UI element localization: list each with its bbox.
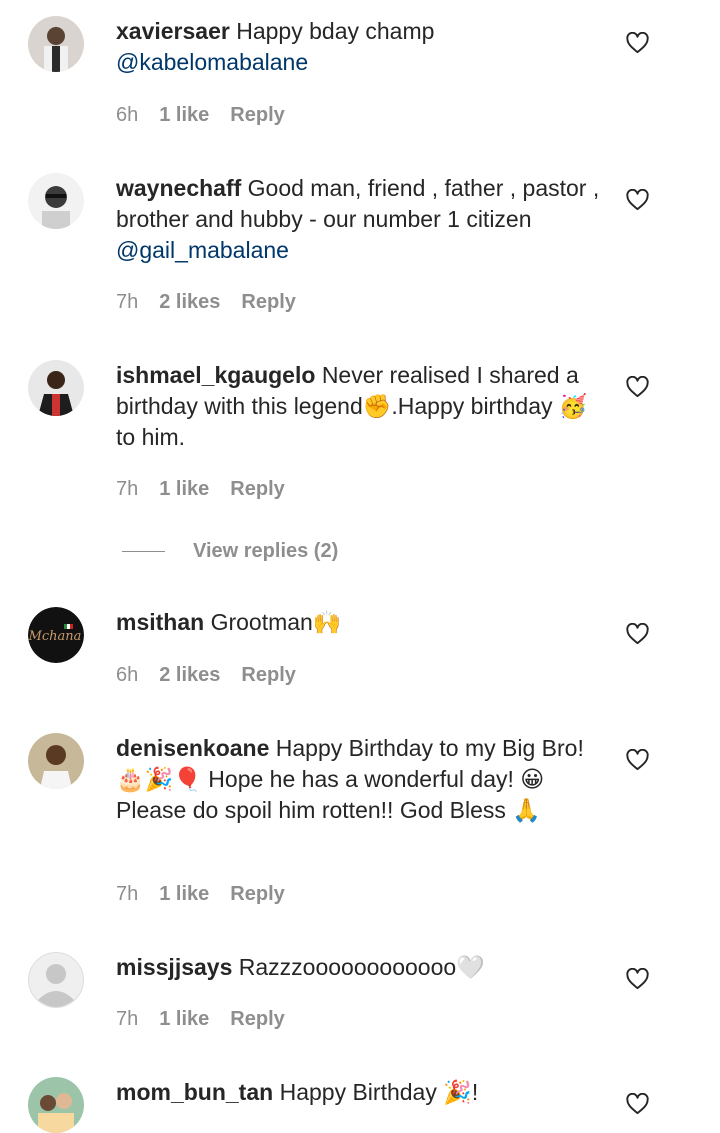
divider-line — [122, 551, 165, 552]
heart-icon[interactable] — [626, 376, 649, 398]
reply-button[interactable]: Reply — [230, 104, 284, 127]
username[interactable]: missjjsays — [116, 954, 232, 980]
heart-icon[interactable] — [626, 749, 649, 771]
comment-meta: 7h 2 likes Reply — [116, 291, 296, 314]
comment-text: missjjsays Razzzoooooooooooo🤍 — [116, 952, 606, 983]
heart-icon[interactable] — [626, 1093, 649, 1115]
timestamp: 7h — [116, 291, 139, 313]
comment-meta: 6h 2 likes Reply — [116, 664, 296, 687]
avatar-placeholder[interactable] — [28, 952, 84, 1008]
comment-text: waynechaff Good man, friend , father , p… — [116, 173, 606, 266]
reply-button[interactable]: Reply — [241, 291, 295, 314]
reply-button[interactable]: Reply — [241, 664, 295, 687]
reply-button[interactable]: Reply — [230, 478, 284, 501]
likes-count[interactable]: 2 likes — [159, 291, 220, 314]
likes-count[interactable]: 1 like — [159, 883, 209, 906]
heart-icon[interactable] — [626, 32, 649, 54]
timestamp: 7h — [116, 1008, 139, 1030]
timestamp: 7h — [116, 883, 139, 905]
comment-meta: 7h 1 like Reply — [116, 478, 285, 501]
timestamp: 6h — [116, 104, 139, 126]
avatar[interactable] — [28, 173, 84, 229]
username[interactable]: denisenkoane — [116, 735, 269, 761]
view-replies-button[interactable]: View replies (2) — [122, 540, 338, 563]
mention-link[interactable]: @gail_mabalane — [116, 237, 289, 263]
username[interactable]: ishmael_kgaugelo — [116, 362, 315, 388]
likes-count[interactable]: 1 like — [159, 1008, 209, 1031]
avatar-logo-text: Mchana — [28, 629, 81, 644]
comment-body-line-1: Happy Birthday to my Big Bro! — [275, 735, 584, 761]
avatar[interactable] — [28, 360, 84, 416]
username[interactable]: msithan — [116, 609, 204, 635]
comment-body: Grootman🙌 — [210, 609, 342, 635]
comment-text: denisenkoane Happy Birthday to my Big Br… — [116, 733, 606, 826]
likes-count[interactable]: 1 like — [159, 478, 209, 501]
comment-body-line-2: 🎂🎉🎈 Hope he has a wonderful day! 😀 — [116, 766, 545, 792]
avatar[interactable] — [28, 733, 84, 789]
username[interactable]: waynechaff — [116, 175, 241, 201]
timestamp: 6h — [116, 664, 139, 686]
likes-count[interactable]: 2 likes — [159, 664, 220, 687]
mention-link[interactable]: @kabelomabalane — [116, 49, 308, 75]
username[interactable]: mom_bun_tan — [116, 1079, 273, 1105]
reply-button[interactable]: Reply — [230, 883, 284, 906]
avatar[interactable] — [28, 16, 84, 72]
comment-meta: 7h 1 like Reply — [116, 1008, 285, 1031]
comment-body: Happy Birthday 🎉! — [279, 1079, 479, 1105]
comment-body-line-3: Please do spoil him rotten!! God Bless 🙏 — [116, 797, 541, 823]
comment-meta: 7h 1 like Reply — [116, 883, 285, 906]
view-replies-label: View replies (2) — [193, 540, 339, 562]
comment-text: ishmael_kgaugelo Never realised I shared… — [116, 360, 606, 453]
reply-button[interactable]: Reply — [230, 1008, 284, 1031]
comment-text: msithan Grootman🙌 — [116, 607, 606, 638]
username[interactable]: xaviersaer — [116, 18, 230, 44]
heart-icon[interactable] — [626, 623, 649, 645]
avatar[interactable] — [28, 1077, 84, 1133]
comment-body: Happy bday champ — [236, 18, 435, 44]
comment-meta: 6h 1 like Reply — [116, 104, 285, 127]
heart-icon[interactable] — [626, 968, 649, 990]
comment-body: Razzzoooooooooooo🤍 — [238, 954, 485, 980]
likes-count[interactable]: 1 like — [159, 104, 209, 127]
heart-icon[interactable] — [626, 189, 649, 211]
timestamp: 7h — [116, 478, 139, 500]
avatar[interactable]: Mchana — [28, 607, 84, 663]
comment-text: xaviersaer Happy bday champ @kabelomabal… — [116, 16, 606, 78]
comment-text: mom_bun_tan Happy Birthday 🎉! — [116, 1077, 606, 1108]
